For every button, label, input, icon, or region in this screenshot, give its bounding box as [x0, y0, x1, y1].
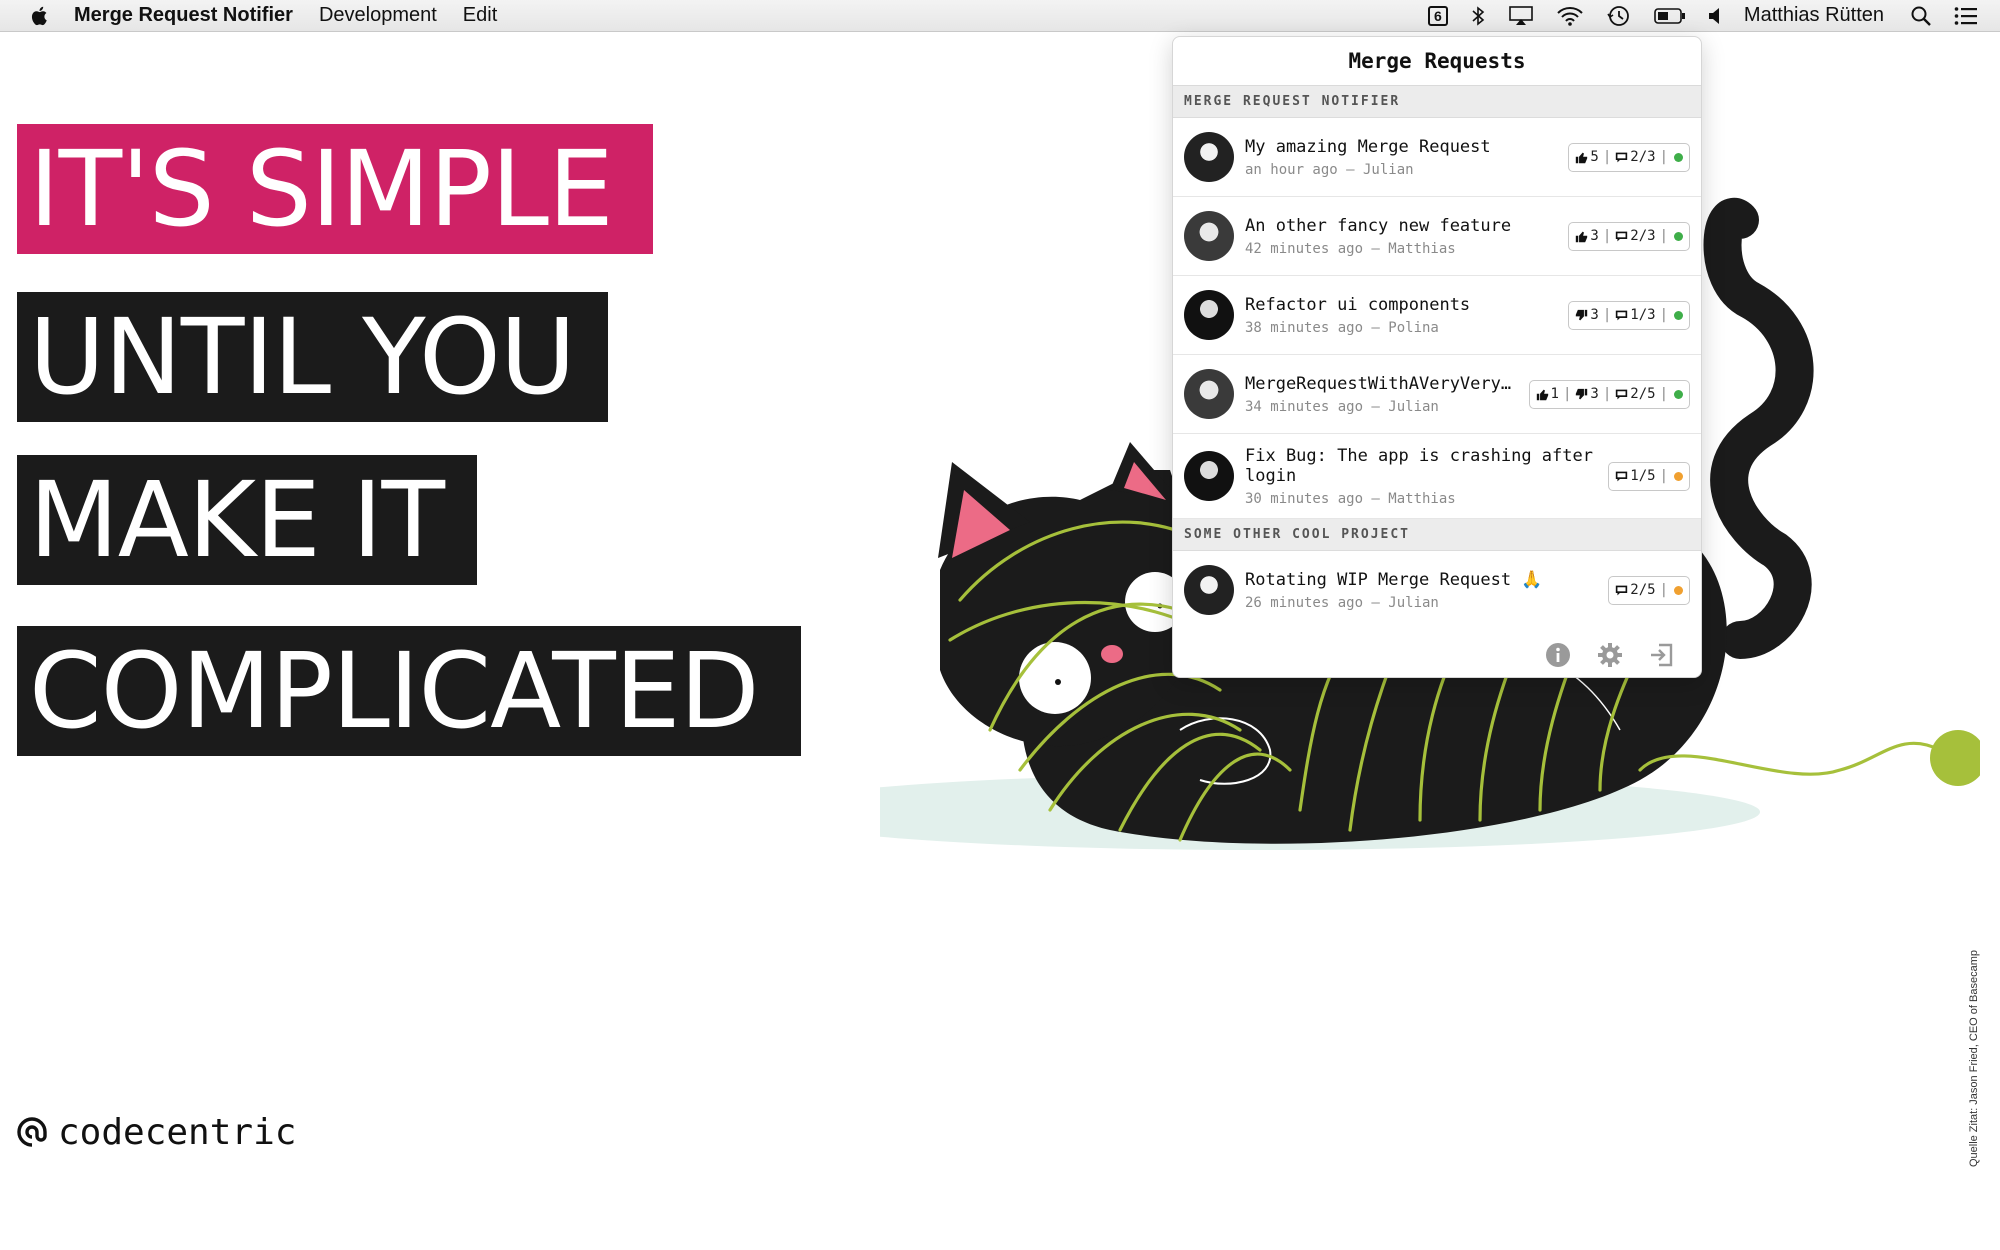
info-icon[interactable]: [1545, 642, 1571, 668]
merge-request-stats: 1 | 3 | 2/5 |: [1528, 379, 1690, 409]
pipeline-status-dot: [1674, 389, 1683, 399]
avatar: [1184, 211, 1234, 261]
merge-request-row[interactable]: Rotating WIP Merge Request 🙏 26 minutes …: [1173, 551, 1701, 629]
menubar: Merge Request Notifier Development Edit …: [0, 0, 2000, 32]
comment-count: 2/3: [1630, 228, 1656, 244]
notification-center-icon[interactable]: [1954, 6, 1978, 26]
bluetooth-icon[interactable]: [1470, 5, 1486, 27]
source-note: Quelle Zitat: Jason Fried, CEO of Baseca…: [1968, 950, 1980, 1168]
avatar: [1184, 565, 1234, 615]
cat-nose: [1101, 645, 1123, 663]
merge-requests-popover: Merge Requests MERGE REQUEST NOTIFIER My…: [1172, 36, 1702, 678]
menu-development[interactable]: Development: [319, 4, 437, 27]
comment-icon: [1616, 585, 1628, 595]
spotlight-search-icon[interactable]: [1910, 5, 1932, 27]
upvote-count: 5: [1590, 149, 1599, 165]
headline-line-2: UNTIL YOU: [17, 292, 608, 422]
comment-count: 1/5: [1630, 468, 1656, 484]
merge-request-row[interactable]: My amazing Merge Request an hour ago — J…: [1173, 118, 1701, 197]
headline-line-3: MAKE IT: [17, 455, 477, 585]
section-header: MERGE REQUEST NOTIFIER: [1173, 86, 1701, 118]
time-machine-icon[interactable]: [1606, 4, 1632, 28]
logout-icon[interactable]: [1649, 642, 1675, 668]
merge-request-meta: an hour ago — Julian: [1245, 161, 1414, 178]
battery-icon[interactable]: [1654, 7, 1686, 25]
merge-request-title: My amazing Merge Request: [1245, 136, 1491, 157]
merge-request-stats: 5 | 2/3 |: [1568, 142, 1690, 172]
apple-menu-icon[interactable]: [28, 4, 52, 28]
merge-request-notifier-status-icon[interactable]: 6: [1427, 5, 1448, 26]
merge-request-row[interactable]: Fix Bug: The app is crashing after login…: [1173, 434, 1701, 519]
codecentric-logo: codecentric: [14, 1112, 296, 1153]
merge-request-stats: 1/5 |: [1608, 461, 1690, 491]
thumbs-up-icon: [1576, 152, 1588, 163]
comment-count: 2/3: [1630, 149, 1656, 165]
pipeline-status-dot: [1674, 231, 1683, 241]
codecentric-logo-icon: [17, 1116, 47, 1147]
upvote-count: 3: [1590, 228, 1599, 244]
merge-request-title: Refactor ui components: [1245, 294, 1471, 315]
headline-line-4: COMPLICATED: [17, 626, 801, 756]
merge-request-row[interactable]: Refactor ui components 38 minutes ago — …: [1173, 276, 1701, 355]
merge-request-row[interactable]: MergeRequestWithAVeryVeryVe… 34 minutes …: [1173, 355, 1701, 434]
comment-icon: [1616, 231, 1628, 241]
user-menu[interactable]: Matthias Rütten: [1744, 4, 1884, 27]
merge-request-stats: 3 | 2/3 |: [1568, 221, 1690, 251]
avatar: [1184, 132, 1234, 182]
comment-icon: [1616, 471, 1628, 481]
merge-request-meta: 26 minutes ago — Julian: [1245, 594, 1439, 611]
settings-icon[interactable]: [1597, 642, 1623, 668]
wifi-icon[interactable]: [1556, 5, 1584, 27]
merge-request-meta: 38 minutes ago — Polina: [1245, 319, 1439, 336]
thumbs-up-icon: [1576, 231, 1588, 242]
comment-count: 2/5: [1630, 386, 1656, 402]
pipeline-status-dot: [1674, 310, 1683, 320]
section-header: SOME OTHER COOL PROJECT: [1173, 519, 1701, 551]
merge-request-meta: 30 minutes ago — Matthias: [1245, 490, 1456, 507]
popover-title: Merge Requests: [1173, 37, 1701, 86]
comment-count: 1/3: [1630, 307, 1656, 323]
thumbs-up-icon: [1536, 389, 1548, 400]
volume-icon[interactable]: [1708, 7, 1722, 25]
thumbs-down-icon: [1576, 309, 1588, 320]
pipeline-status-dot: [1674, 471, 1683, 481]
yarn-ball: [1930, 730, 1980, 786]
comment-icon: [1616, 310, 1628, 320]
avatar: [1184, 290, 1234, 340]
comment-count: 2/5: [1630, 582, 1656, 598]
comment-icon: [1616, 389, 1628, 399]
status-area: 6 Matthias Rütten: [1406, 0, 2000, 31]
airplay-icon[interactable]: [1508, 5, 1534, 27]
menu-edit[interactable]: Edit: [463, 4, 497, 27]
thumbs-down-icon: [1576, 388, 1588, 399]
popover-footer: [1173, 632, 1701, 677]
merge-request-title: Fix Bug: The app is crashing after login: [1245, 445, 1593, 486]
avatar: [1184, 451, 1234, 501]
pipeline-status-dot: [1674, 585, 1683, 595]
merge-request-title: MergeRequestWithAVeryVeryVe…: [1245, 373, 1519, 394]
avatar: [1184, 369, 1234, 419]
pipeline-status-dot: [1674, 152, 1683, 162]
merge-request-title: An other fancy new feature: [1245, 215, 1512, 236]
merge-request-title: Rotating WIP Merge Request 🙏: [1245, 569, 1543, 590]
headline-line-1: IT'S SIMPLE: [17, 124, 653, 254]
cat-eye-left: [1019, 642, 1091, 714]
logo-text: codecentric: [58, 1112, 297, 1153]
merge-request-row[interactable]: An other fancy new feature 42 minutes ag…: [1173, 197, 1701, 276]
downvote-count: 3: [1590, 386, 1599, 402]
cat-tail: [1703, 198, 1814, 659]
upvote-count: 1: [1550, 386, 1559, 402]
merge-request-meta: 42 minutes ago — Matthias: [1245, 240, 1456, 257]
app-menu[interactable]: Merge Request Notifier: [74, 4, 293, 27]
downvote-count: 3: [1590, 307, 1599, 323]
merge-request-meta: 34 minutes ago — Julian: [1245, 398, 1439, 415]
comment-icon: [1616, 152, 1628, 162]
merge-request-stats: 3 | 1/3 |: [1568, 300, 1690, 330]
merge-request-stats: 2/5 |: [1608, 575, 1690, 605]
